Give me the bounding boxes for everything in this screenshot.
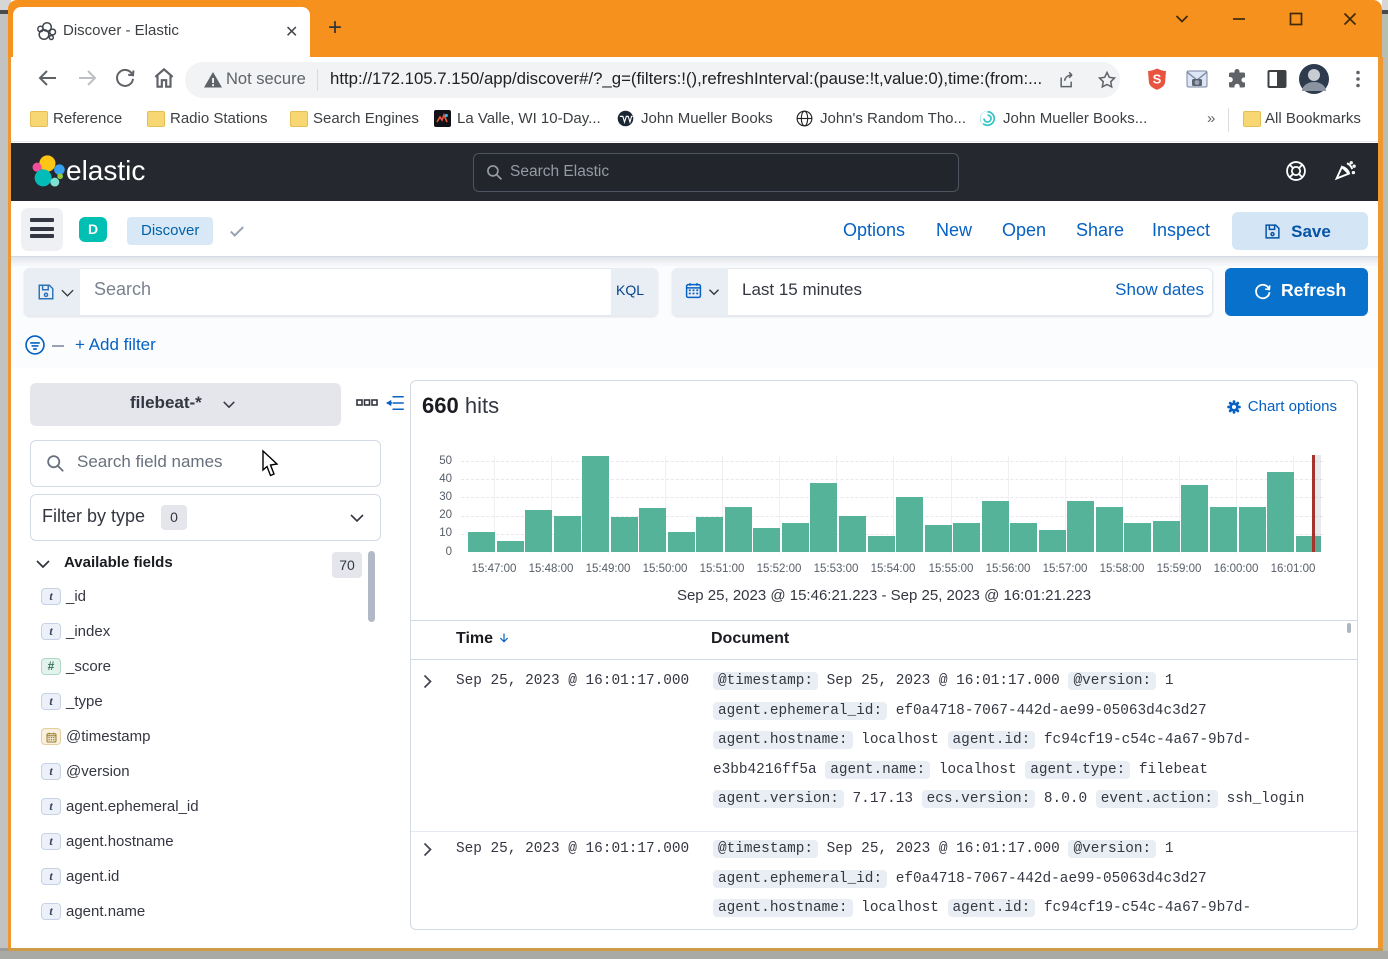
- svg-text:S: S: [1153, 72, 1162, 87]
